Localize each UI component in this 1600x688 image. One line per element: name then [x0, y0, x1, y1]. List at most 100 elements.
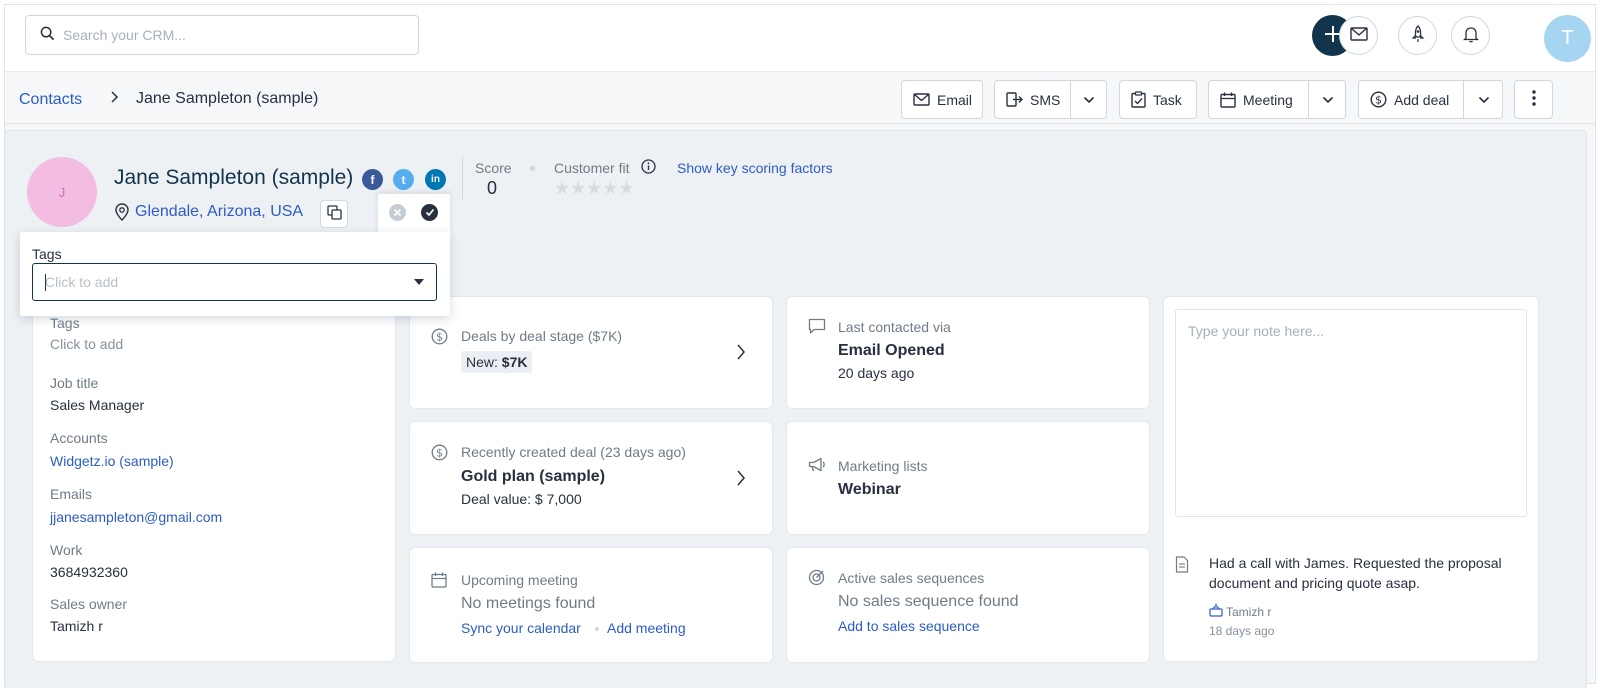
deal-stage-badge[interactable]: New: $7K — [461, 351, 533, 373]
deal-stage-badge-label: New: — [466, 354, 502, 370]
location-pin-icon — [115, 203, 129, 224]
tags-popover-label: Tags — [32, 246, 62, 262]
score-label: Score — [475, 160, 512, 176]
rocket-icon — [1410, 25, 1426, 46]
contact-name[interactable]: Jane Sampleton (sample) — [114, 166, 353, 190]
mail-button[interactable] — [1339, 16, 1378, 55]
document-icon — [1175, 556, 1189, 576]
add-meeting-link[interactable]: Add meeting — [607, 620, 686, 636]
upcoming-meeting-card: Upcoming meeting No meetings found Sync … — [409, 547, 773, 663]
calendar-icon — [1220, 92, 1236, 108]
mail-icon — [1349, 27, 1368, 44]
recent-deal-card[interactable]: $ Recently created deal (23 days ago) Go… — [409, 421, 773, 535]
tags-select-input[interactable]: Click to add — [32, 263, 437, 301]
megaphone-icon — [808, 457, 826, 476]
note-input[interactable]: Type your note here... — [1175, 309, 1527, 517]
sms-icon — [1006, 91, 1023, 108]
dollar-circle-icon: $ — [1370, 91, 1387, 108]
owner-icon — [1209, 603, 1223, 620]
emails-label: Emails — [50, 486, 93, 502]
tags-value[interactable]: Click to add — [50, 336, 123, 352]
separator-dot — [530, 166, 535, 171]
job-title-label: Job title — [50, 375, 99, 391]
user-avatar[interactable]: T — [1544, 15, 1591, 62]
deal-stage-badge-value: $7K — [501, 354, 528, 370]
contact-location[interactable]: Glendale, Arizona, USA — [135, 203, 303, 221]
sms-dropdown-toggle[interactable] — [1070, 81, 1107, 118]
header-divider — [462, 157, 463, 199]
deals-by-stage-card[interactable]: $ Deals by deal stage ($7K) New: $7K — [409, 296, 773, 409]
notifications-button[interactable] — [1451, 16, 1490, 55]
contact-avatar: J — [27, 157, 97, 227]
add-deal-button-label: Add deal — [1394, 91, 1450, 108]
svg-text:$: $ — [436, 447, 443, 460]
chevron-right-icon — [109, 90, 119, 107]
note-text: Had a call with James. Requested the pro… — [1209, 555, 1502, 591]
work-phone-value[interactable]: 3684932360 — [50, 564, 128, 580]
breadcrumb-contacts-link[interactable]: Contacts — [19, 91, 82, 109]
deals-by-stage-title: Deals by deal stage ($7K) — [461, 328, 623, 344]
calendar-icon — [431, 572, 447, 591]
chat-bubble-icon — [808, 318, 826, 338]
task-button-label: Task — [1153, 91, 1182, 108]
marketing-list-value[interactable]: Webinar — [838, 481, 901, 499]
work-phone-label: Work — [50, 542, 83, 558]
note-timestamp: 18 days ago — [1209, 624, 1275, 638]
kebab-menu-icon — [1531, 90, 1536, 109]
email-button-label: Email — [937, 91, 973, 108]
customer-fit-stars: ★★★★★ — [554, 178, 635, 198]
svg-text:$: $ — [1375, 94, 1382, 107]
info-icon[interactable] — [641, 159, 656, 177]
chevron-right-icon[interactable] — [736, 469, 746, 490]
more-options-button[interactable] — [1514, 80, 1553, 119]
marketing-lists-title: Marketing lists — [838, 458, 928, 474]
separator-dot — [595, 627, 599, 631]
email-button[interactable]: Email — [901, 80, 983, 119]
add-deal-dropdown-toggle[interactable] — [1463, 81, 1503, 118]
sync-calendar-link[interactable]: Sync your calendar — [461, 620, 581, 636]
add-to-sales-sequence-link[interactable]: Add to sales sequence — [838, 618, 980, 634]
twitter-icon[interactable]: t — [393, 169, 414, 190]
facebook-icon[interactable]: f — [362, 169, 383, 190]
sms-button-label: SMS — [1030, 91, 1061, 108]
sales-owner-label: Sales owner — [50, 596, 128, 612]
bell-icon — [1462, 25, 1479, 46]
recent-deal-name[interactable]: Gold plan (sample) — [461, 468, 605, 486]
chevron-down-icon — [1478, 96, 1489, 103]
add-deal-button[interactable]: $ Add deal — [1358, 80, 1503, 119]
sales-owner-value[interactable]: Tamizh r — [50, 618, 103, 634]
confirm-check-icon[interactable] — [421, 204, 438, 221]
last-contacted-time: 20 days ago — [838, 365, 915, 381]
recent-deal-value: Deal value: $ 7,000 — [461, 491, 582, 507]
dollar-circle-icon: $ — [431, 444, 448, 464]
meeting-button-label: Meeting — [1243, 91, 1293, 108]
meeting-dropdown-toggle[interactable] — [1308, 81, 1346, 118]
last-contacted-card: Last contacted via Email Opened 20 days … — [786, 296, 1150, 409]
copy-location-button[interactable] — [320, 200, 348, 228]
account-link[interactable]: Widgetz.io (sample) — [50, 453, 174, 469]
sms-button[interactable]: SMS — [994, 80, 1107, 119]
chevron-right-icon[interactable] — [736, 343, 746, 364]
chevron-down-icon — [1322, 96, 1333, 103]
tags-label: Tags — [50, 315, 80, 331]
score-value: 0 — [487, 178, 498, 198]
search-input[interactable]: Search your CRM... — [25, 15, 419, 55]
cancel-icon[interactable] — [389, 204, 406, 221]
task-icon — [1131, 91, 1146, 108]
upcoming-meeting-title: Upcoming meeting — [461, 572, 578, 588]
launch-button[interactable] — [1398, 16, 1437, 55]
note-author: Tamizh r — [1226, 605, 1272, 619]
job-title-value[interactable]: Sales Manager — [50, 397, 144, 413]
show-key-scoring-factors-link[interactable]: Show key scoring factors — [677, 160, 833, 176]
text-caret — [45, 274, 46, 291]
meeting-button[interactable]: Meeting — [1208, 80, 1346, 119]
active-sequences-title: Active sales sequences — [838, 570, 985, 586]
email-link[interactable]: jjanesampleton@gmail.com — [50, 509, 222, 525]
task-button[interactable]: Task — [1119, 80, 1197, 119]
search-placeholder: Search your CRM... — [63, 27, 186, 43]
tags-popover: Tags Click to add — [20, 232, 450, 316]
recent-deal-title: Recently created deal (23 days ago) — [461, 444, 686, 460]
tags-select-placeholder: Click to add — [45, 274, 119, 290]
caret-down-icon[interactable] — [414, 279, 424, 285]
linkedin-icon[interactable]: in — [425, 169, 446, 190]
